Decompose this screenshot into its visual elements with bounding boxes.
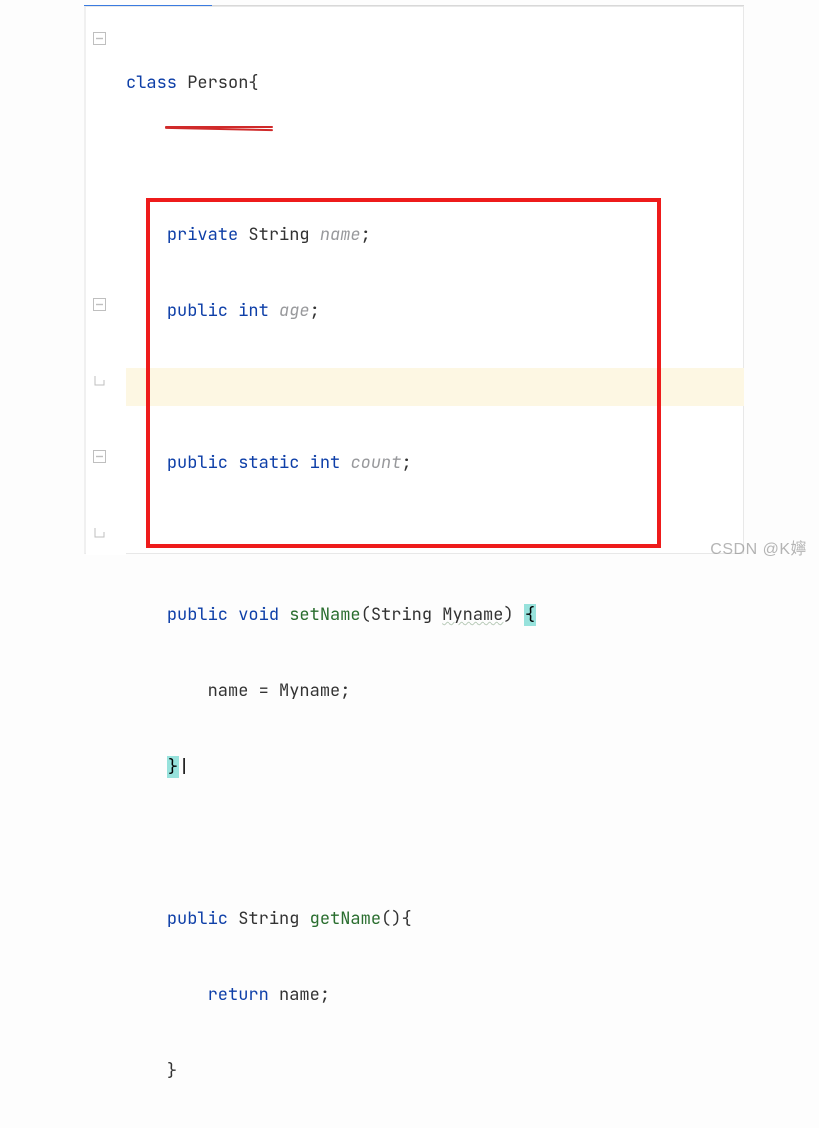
- var-name: name: [279, 984, 320, 1006]
- close-brace: }: [167, 1060, 177, 1082]
- keyword-int: int: [310, 452, 341, 474]
- class-name: Person: [187, 72, 248, 94]
- keyword-private: private: [167, 224, 238, 246]
- keyword-class: class: [126, 72, 177, 94]
- var-myname: Myname: [279, 680, 340, 702]
- space: [514, 604, 524, 626]
- type-string: String: [238, 908, 299, 930]
- field-count: count: [350, 452, 401, 474]
- open-brace: {: [248, 72, 258, 94]
- keyword-void: void: [238, 604, 279, 626]
- fold-minus-icon[interactable]: [93, 32, 107, 46]
- keyword-public: public: [167, 452, 228, 474]
- semicolon: ;: [340, 680, 350, 702]
- keyword-int: int: [238, 300, 269, 322]
- field-name: name: [320, 224, 361, 246]
- semicolon: ;: [320, 984, 330, 1006]
- fold-minus-icon[interactable]: [93, 298, 107, 312]
- fold-minus-icon[interactable]: [93, 450, 107, 464]
- param-type: String: [371, 604, 432, 626]
- semicolon: ;: [310, 300, 320, 322]
- rparen: ): [503, 604, 513, 626]
- gutter: [86, 10, 126, 555]
- assign-eq: =: [248, 680, 279, 702]
- keyword-return: return: [208, 984, 269, 1006]
- method-getname: getName: [310, 908, 381, 930]
- field-age: age: [279, 300, 310, 322]
- text-caret: |: [179, 756, 189, 778]
- keyword-public: public: [167, 908, 228, 930]
- type-string: String: [248, 224, 309, 246]
- param-myname: Myname: [442, 604, 503, 626]
- brace-match-close: }: [167, 756, 179, 778]
- keyword-public: public: [167, 300, 228, 322]
- semicolon: ;: [401, 452, 411, 474]
- var-name: name: [208, 680, 249, 702]
- parens: (): [381, 908, 401, 930]
- keyword-static: static: [238, 452, 299, 474]
- code-block[interactable]: class Person{ private String name; publi…: [126, 26, 536, 1128]
- brace-match-open: {: [524, 604, 536, 626]
- keyword-public: public: [167, 604, 228, 626]
- lparen: (: [361, 604, 371, 626]
- watermark-text: CSDN @K嬣: [710, 535, 807, 559]
- open-brace: {: [401, 908, 411, 930]
- semicolon: ;: [361, 224, 371, 246]
- fold-end-icon[interactable]: [93, 374, 107, 388]
- method-setname: setName: [289, 604, 360, 626]
- fold-end-icon[interactable]: [93, 526, 107, 540]
